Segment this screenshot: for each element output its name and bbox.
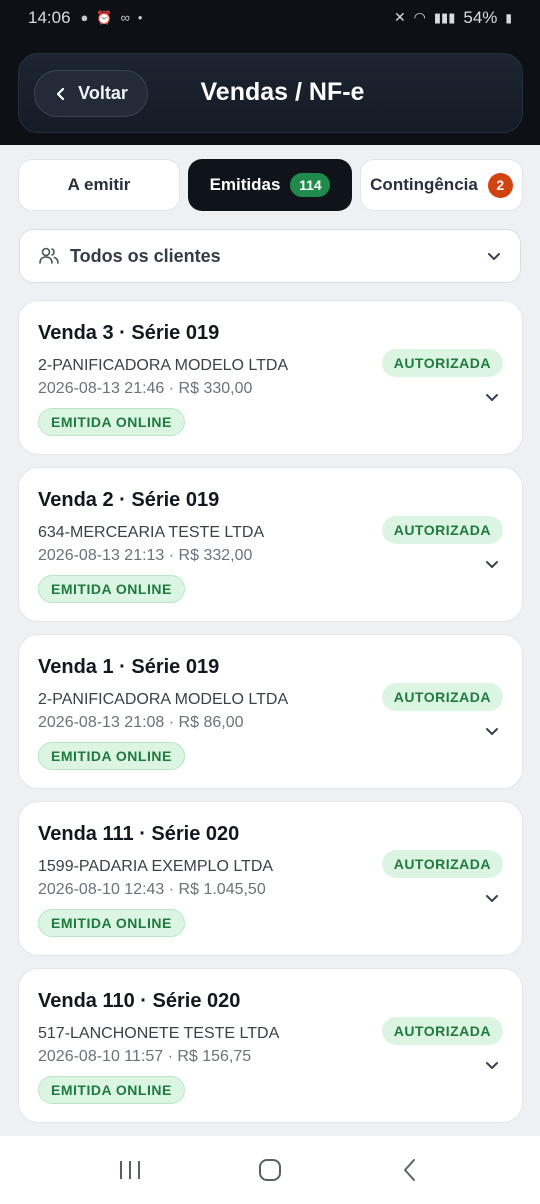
alarm-icon: ⏰	[96, 9, 113, 25]
chevron-left-icon	[57, 87, 65, 100]
emission-badge: EMITIDA ONLINE	[38, 909, 185, 937]
home-button[interactable]	[240, 1140, 300, 1200]
tab-emitidas[interactable]: Emitidas 114	[188, 159, 352, 211]
sale-client: 1599-PADARIA EXEMPLO LTDA	[38, 858, 274, 875]
sale-card[interactable]: Venda 3 · Série 019 2-PANIFICADORA MODEL…	[18, 300, 523, 455]
users-icon	[39, 247, 59, 264]
page-title: Vendas / NF-e	[200, 78, 365, 106]
chevron-down-icon[interactable]	[484, 389, 500, 405]
sale-card[interactable]: Venda 1 · Série 019 2-PANIFICADORA MODEL…	[18, 634, 523, 789]
sale-card[interactable]: Venda 111 · Série 020 1599-PADARIA EXEMP…	[18, 801, 523, 956]
filter-label: Todos os clientes	[70, 245, 221, 266]
back-button[interactable]: Voltar	[34, 70, 148, 117]
dot-icon: •	[137, 10, 143, 25]
system-nav-bar	[0, 1136, 540, 1204]
sale-title: Venda 1 · Série 019	[38, 656, 220, 678]
recent-apps-icon	[120, 1161, 140, 1179]
signal-icon: ▮▮▮	[433, 9, 456, 25]
chat-icon: ●	[80, 10, 89, 25]
status-badge: AUTORIZADA	[381, 349, 503, 377]
sale-meta: 2026-08-13 21:46 · R$ 330,00	[38, 380, 253, 397]
battery-level: 54%	[463, 7, 498, 27]
tab-label: Emitidas	[209, 175, 281, 194]
chevron-down-icon[interactable]	[484, 556, 500, 572]
back-label: Voltar	[78, 83, 128, 103]
home-icon	[259, 1159, 281, 1181]
sale-meta: 2026-08-10 12:43 · R$ 1.045,50	[38, 881, 266, 898]
sale-title: Venda 2 · Série 019	[38, 489, 220, 511]
tab-contingencia[interactable]: Contingência 2	[360, 159, 523, 211]
status-badge: AUTORIZADA	[381, 1017, 503, 1045]
emission-badge: EMITIDA ONLINE	[38, 742, 185, 770]
tab-label: A emitir	[67, 175, 131, 194]
sale-client: 517-LANCHONETE TESTE LTDA	[38, 1025, 280, 1042]
status-badge: AUTORIZADA	[381, 683, 503, 711]
sale-card[interactable]: Venda 2 · Série 019 634-MERCEARIA TESTE …	[18, 467, 523, 622]
notification-icons: ● ⏰ ∞ •	[81, 10, 143, 26]
sale-client: 2-PANIFICADORA MODELO LTDA	[38, 691, 289, 708]
emission-badge: EMITIDA ONLINE	[38, 575, 185, 603]
sale-title: Venda 3 · Série 019	[38, 322, 220, 344]
client-filter-select[interactable]: Todos os clientes	[19, 229, 521, 283]
chevron-down-icon[interactable]	[484, 1057, 500, 1073]
mute-icon: ✕	[393, 9, 406, 25]
status-badge: AUTORIZADA	[381, 516, 503, 544]
wifi-icon: ◠	[413, 9, 426, 25]
tab-a-emitir[interactable]: A emitir	[18, 159, 180, 211]
recent-apps-button[interactable]	[100, 1140, 160, 1200]
chevron-down-icon[interactable]	[484, 890, 500, 906]
tab-label: Contingência	[370, 175, 478, 194]
sale-client: 634-MERCEARIA TESTE LTDA	[38, 524, 265, 541]
sale-meta: 2026-08-13 21:13 · R$ 332,00	[38, 547, 253, 564]
status-badge: AUTORIZADA	[381, 850, 503, 878]
nav-back-icon	[404, 1159, 415, 1181]
sale-title: Venda 111 · Série 020	[38, 823, 240, 845]
emission-badge: EMITIDA ONLINE	[38, 408, 185, 436]
sale-client: 2-PANIFICADORA MODELO LTDA	[38, 357, 289, 374]
chevron-down-icon	[488, 253, 500, 260]
sale-title: Venda 110 · Série 020	[38, 990, 241, 1012]
status-time: 14:06	[28, 7, 71, 27]
nav-back-button[interactable]	[380, 1140, 440, 1200]
sale-meta: 2026-08-10 11:57 · R$ 156,75	[38, 1048, 252, 1065]
sale-card[interactable]: Venda 110 · Série 020 517-LANCHONETE TES…	[18, 968, 523, 1123]
count-badge: 114	[290, 173, 331, 197]
count-badge: 2	[487, 172, 513, 198]
chevron-down-icon[interactable]	[484, 723, 500, 739]
system-icons: ✕ ◠ ▮▮▮ 54% ▮	[394, 8, 512, 28]
emission-badge: EMITIDA ONLINE	[38, 1076, 185, 1104]
battery-icon: ▮	[505, 10, 512, 25]
status-bar: 14:06 ● ⏰ ∞ • ✕ ◠ ▮▮▮ 54% ▮	[0, 0, 540, 35]
voicemail-icon: ∞	[120, 10, 130, 25]
sale-meta: 2026-08-13 21:08 · R$ 86,00	[38, 714, 244, 731]
